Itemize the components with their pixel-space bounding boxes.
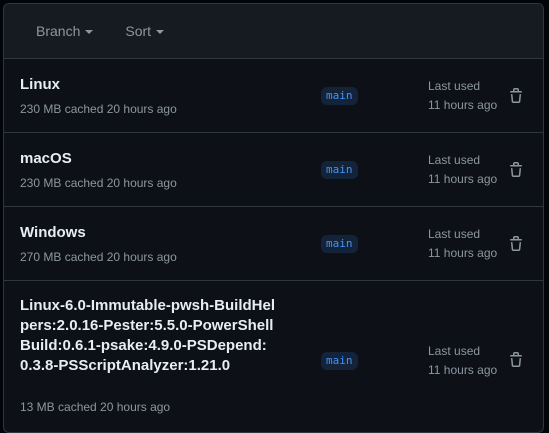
branch-badge[interactable]: main: [321, 161, 358, 179]
last-used-value: 11 hours ago: [428, 98, 498, 112]
last-used-label: Last used: [428, 227, 481, 241]
sort-dropdown-label: Sort: [125, 23, 152, 39]
cache-size-info: 230 MB cached 20 hours ago: [20, 102, 177, 116]
caches-filter-bar: Branch Sort: [4, 4, 543, 59]
last-used-label: Last used: [428, 79, 481, 93]
caches-panel: Branch Sort Linux 230 MB cached 20 hours…: [3, 3, 544, 433]
cache-name: Linux: [20, 76, 60, 93]
cache-size-info: 13 MB cached 20 hours ago: [20, 400, 171, 414]
trash-icon[interactable]: [508, 88, 524, 104]
branch-badge[interactable]: main: [321, 235, 358, 253]
last-used-value: 11 hours ago: [428, 363, 498, 377]
cache-name: macOS: [20, 150, 72, 167]
cache-name: Linux-6.0-Immutable-pwsh-BuildHelpers:2.…: [20, 297, 276, 374]
last-used-value: 11 hours ago: [428, 172, 498, 186]
branch-badge[interactable]: main: [321, 352, 358, 370]
cache-row: Linux-6.0-Immutable-pwsh-BuildHelpers:2.…: [4, 281, 543, 432]
last-used: Last used 11 hours ago: [428, 342, 497, 380]
cache-size-info: 230 MB cached 20 hours ago: [20, 176, 177, 190]
trash-icon[interactable]: [508, 352, 524, 368]
cache-name: Windows: [20, 224, 86, 241]
cache-row: Linux 230 MB cached 20 hours ago main La…: [4, 59, 543, 133]
cache-row: Windows 270 MB cached 20 hours ago main …: [4, 207, 543, 281]
branch-dropdown[interactable]: Branch: [36, 23, 94, 39]
last-used-label: Last used: [428, 153, 481, 167]
cache-row: macOS 230 MB cached 20 hours ago main La…: [4, 133, 543, 207]
branch-badge[interactable]: main: [321, 87, 358, 105]
last-used: Last used 11 hours ago: [428, 151, 497, 189]
branch-dropdown-label: Branch: [36, 23, 81, 39]
last-used: Last used 11 hours ago: [428, 77, 497, 115]
trash-icon[interactable]: [508, 162, 524, 178]
last-used-label: Last used: [428, 344, 481, 358]
cache-size-info: 270 MB cached 20 hours ago: [20, 250, 177, 264]
last-used: Last used 11 hours ago: [428, 225, 497, 263]
last-used-value: 11 hours ago: [428, 246, 498, 260]
trash-icon[interactable]: [508, 236, 524, 252]
caret-down-icon: [85, 30, 94, 34]
sort-dropdown[interactable]: Sort: [125, 23, 165, 39]
caret-down-icon: [156, 30, 165, 34]
